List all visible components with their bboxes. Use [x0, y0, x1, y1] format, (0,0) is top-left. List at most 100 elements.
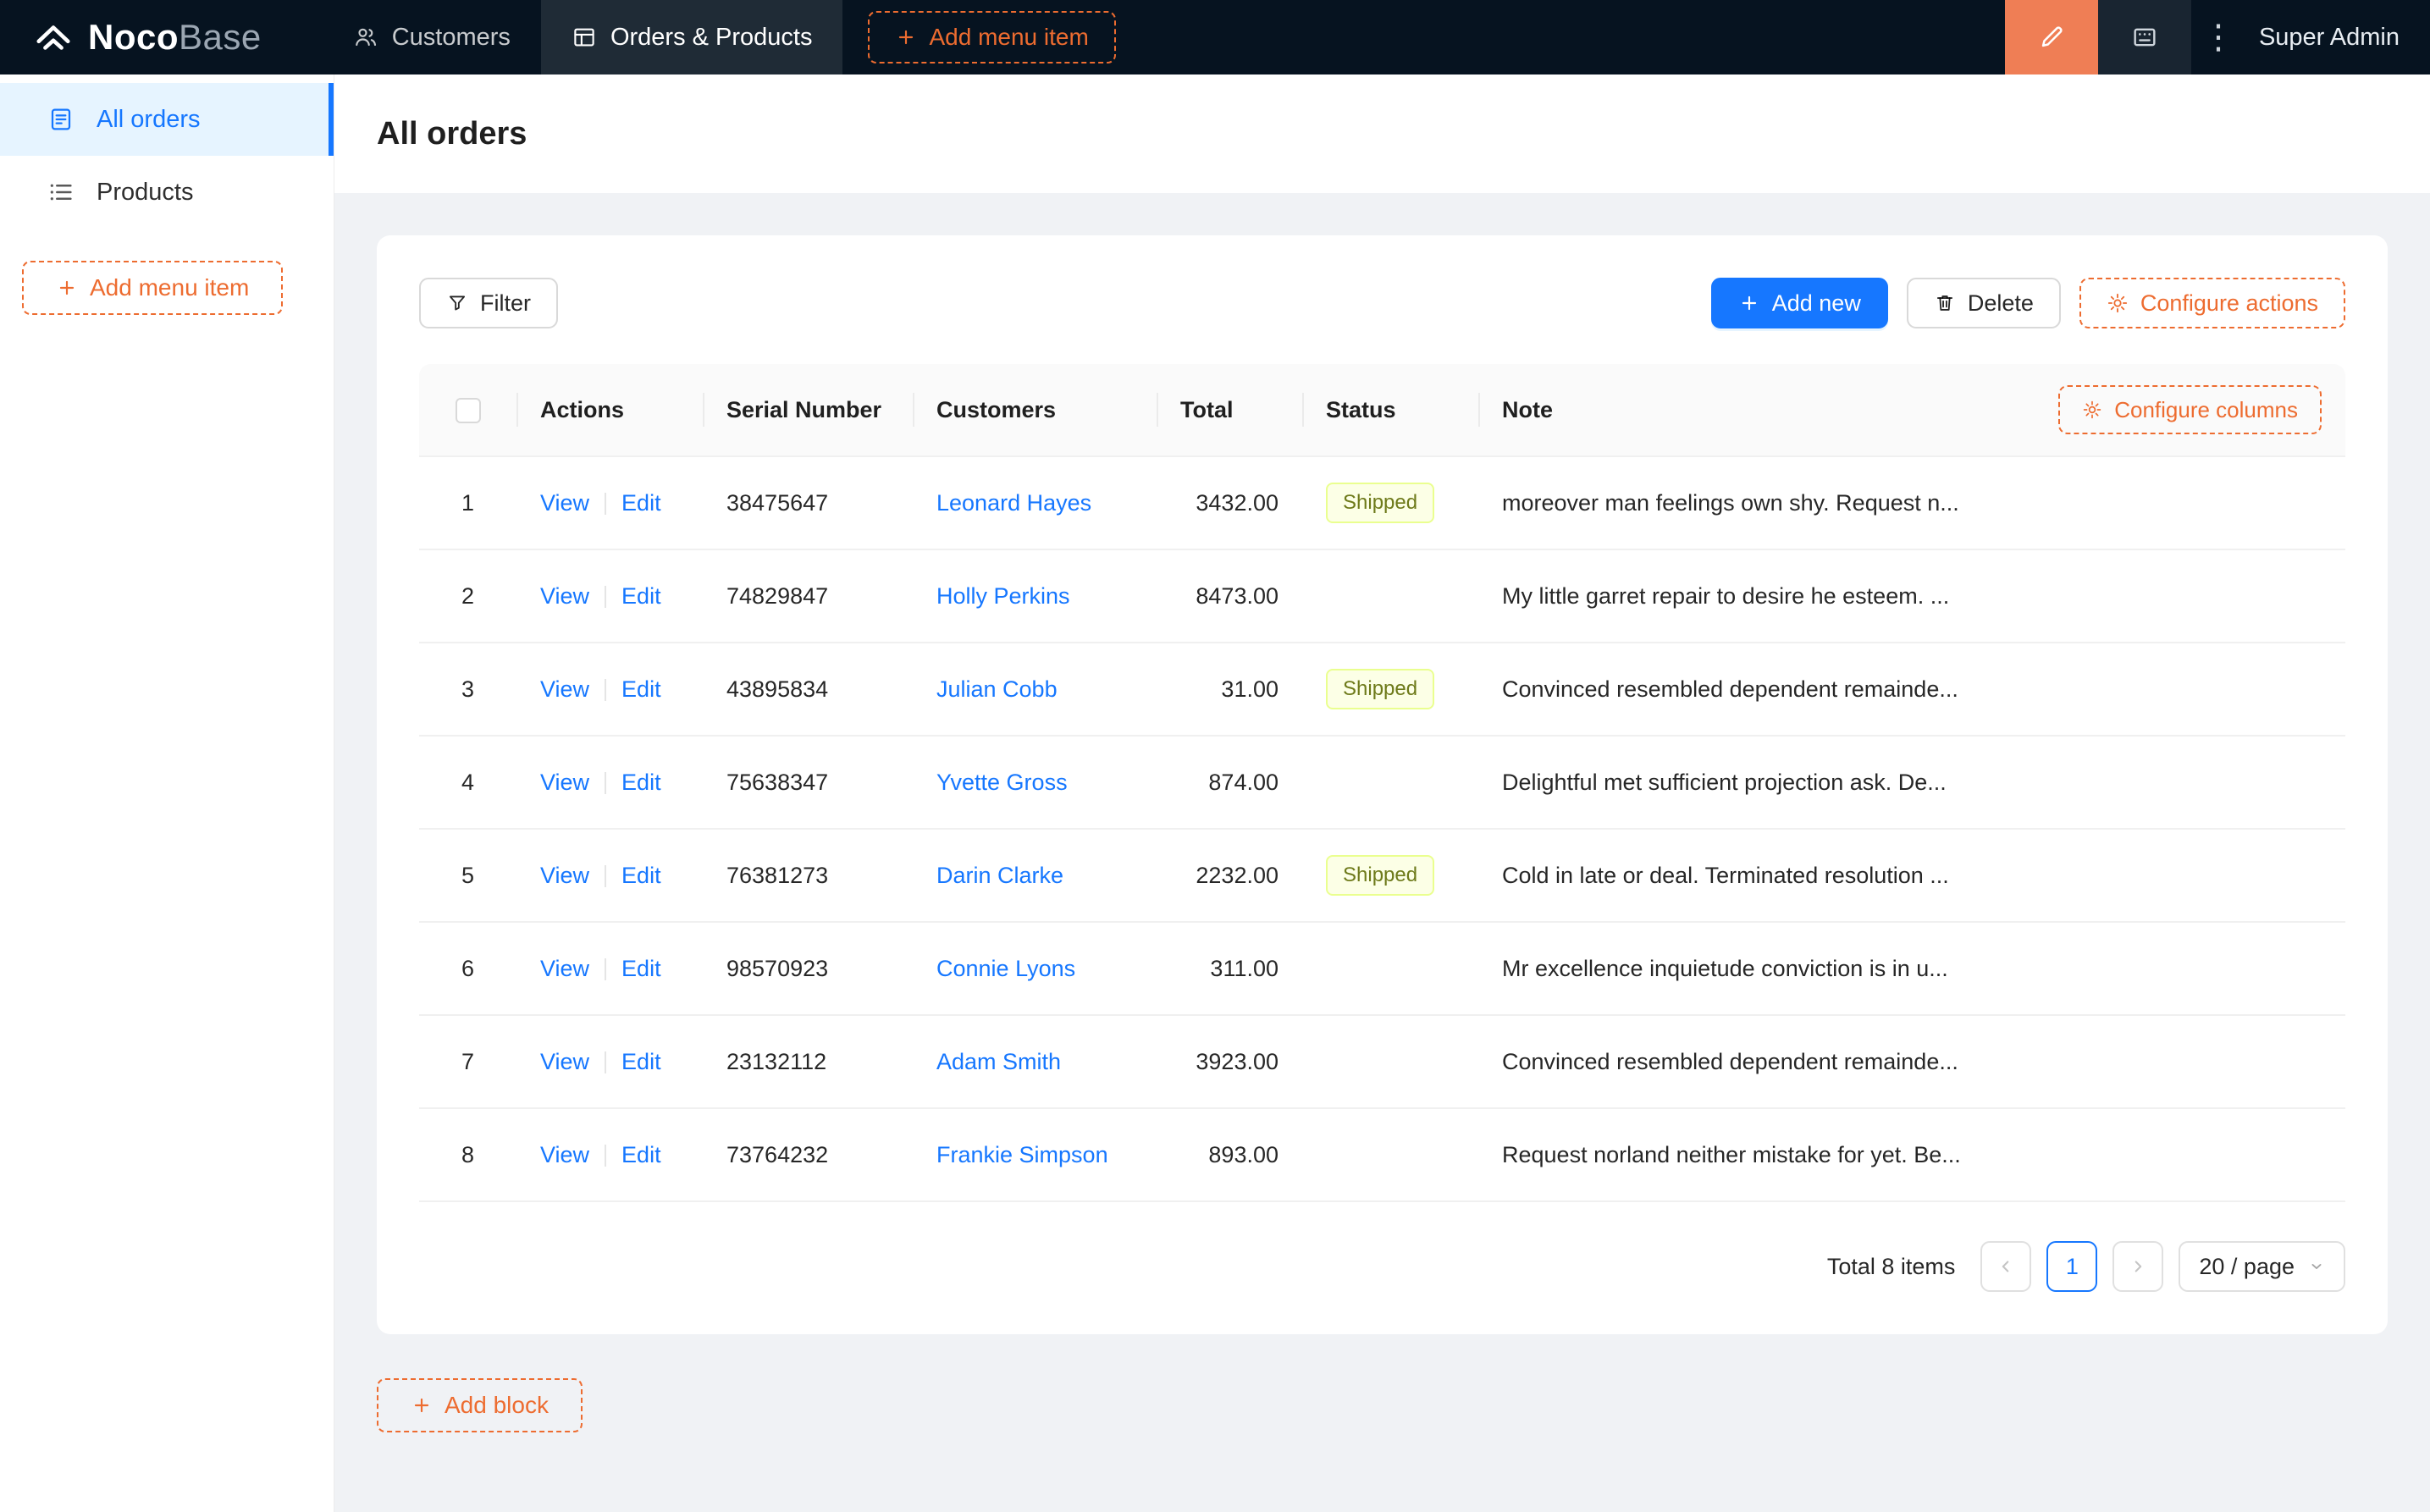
list-icon: [47, 179, 75, 206]
status-badge: Shipped: [1326, 483, 1435, 523]
serial-number-cell: 98570923: [703, 923, 913, 1016]
row-index: 8: [419, 1109, 516, 1202]
tab-customers[interactable]: Customers: [323, 0, 541, 74]
user-menu[interactable]: Super Admin: [2259, 24, 2400, 52]
sidebar-item-all-orders[interactable]: All orders: [0, 83, 334, 156]
plus-icon: [1742, 295, 1756, 311]
view-link[interactable]: View: [540, 1049, 589, 1074]
note-cell: My little garret repair to desire he est…: [1478, 550, 2345, 643]
customer-link[interactable]: Connie Lyons: [936, 956, 1075, 981]
row-index: 1: [419, 457, 516, 550]
total-cell: 3432.00: [1157, 457, 1302, 550]
filter-button[interactable]: Filter: [419, 278, 558, 328]
highlighter-icon: [2041, 26, 2063, 47]
tab-orders-products[interactable]: Orders & Products: [540, 0, 843, 74]
panel-toggle-button[interactable]: [2097, 0, 2191, 74]
next-page-button[interactable]: [2112, 1241, 2164, 1292]
column-header-serial-number: Serial Number: [703, 364, 913, 457]
serial-number-cell: 73764232: [703, 1109, 913, 1202]
serial-number-cell: 23132112: [703, 1016, 913, 1109]
edit-link[interactable]: Edit: [621, 956, 661, 981]
brand-light: Base: [179, 17, 262, 57]
table-toolbar: Filter Add new Delete Configure actions: [419, 278, 2345, 328]
view-link[interactable]: View: [540, 583, 589, 609]
view-link[interactable]: View: [540, 1142, 589, 1167]
note-cell: moreover man feelings own shy. Request n…: [1478, 457, 2345, 550]
serial-number-cell: 74829847: [703, 550, 913, 643]
row-index: 7: [419, 1016, 516, 1109]
customer-link[interactable]: Leonard Hayes: [936, 490, 1091, 516]
row-index: 6: [419, 923, 516, 1016]
view-link[interactable]: View: [540, 770, 589, 795]
chevron-right-icon: [2135, 1261, 2142, 1272]
customer-link[interactable]: Holly Perkins: [936, 583, 1070, 609]
column-header-actions: Actions: [516, 364, 703, 457]
edit-link[interactable]: Edit: [621, 490, 661, 516]
column-header-status: Status: [1302, 364, 1478, 457]
total-cell: 8473.00: [1157, 550, 1302, 643]
action-divider: [605, 1145, 607, 1167]
edit-link[interactable]: Edit: [621, 1049, 661, 1074]
customer-link[interactable]: Adam Smith: [936, 1049, 1061, 1074]
view-link[interactable]: View: [540, 490, 589, 516]
action-divider: [605, 865, 607, 888]
column-header-total: Total: [1157, 364, 1302, 457]
note-cell: Convinced resembled dependent remainde..…: [1478, 1016, 2345, 1109]
edit-link[interactable]: Edit: [621, 676, 661, 702]
configure-actions-label: Configure actions: [2140, 290, 2318, 316]
table-row: 3 View Edit 43895834 Julian Cobb 31.00 Sh…: [419, 643, 2345, 737]
total-cell: 31.00: [1157, 643, 1302, 737]
customer-link[interactable]: Darin Clarke: [936, 863, 1063, 888]
prev-page-button[interactable]: [1980, 1241, 2032, 1292]
plus-icon: [414, 1398, 429, 1413]
content-area: All orders Filter Add new Delete Configu…: [334, 74, 2430, 1512]
tab-label: Customers: [391, 23, 511, 51]
add-block-button[interactable]: Add block: [377, 1378, 583, 1432]
page-number-button[interactable]: 1: [2046, 1241, 2098, 1292]
sidebar-item-products[interactable]: Products: [0, 156, 334, 229]
sidebar: All orders Products Add menu item: [0, 74, 334, 1512]
page-size-value: 20 / page: [2199, 1253, 2295, 1279]
configure-columns-button[interactable]: Configure columns: [2058, 385, 2322, 434]
edit-link[interactable]: Edit: [621, 1142, 661, 1167]
add-new-label: Add new: [1771, 290, 1861, 316]
action-divider: [605, 958, 607, 981]
add-menu-item-button-header[interactable]: Add menu item: [868, 11, 1116, 63]
configure-columns-label: Configure columns: [2114, 396, 2298, 422]
edit-link[interactable]: Edit: [621, 863, 661, 888]
top-navbar: NocoBase Customers Orders & Products Add…: [0, 0, 2430, 74]
ui-editor-button[interactable]: [2004, 0, 2098, 74]
add-new-button[interactable]: Add new: [1710, 278, 1888, 328]
brand-name: NocoBase: [88, 17, 262, 58]
customer-link[interactable]: Yvette Gross: [936, 770, 1068, 795]
more-menu-button[interactable]: ⋮: [2191, 0, 2245, 74]
add-menu-item-label: Add menu item: [90, 274, 250, 301]
delete-button[interactable]: Delete: [1906, 278, 2061, 328]
note-cell: Cold in late or deal. Terminated resolut…: [1478, 830, 2345, 923]
filter-icon: [449, 295, 466, 311]
serial-number-cell: 75638347: [703, 737, 913, 830]
serial-number-cell: 76381273: [703, 830, 913, 923]
view-link[interactable]: View: [540, 956, 589, 981]
add-block-label: Add block: [445, 1392, 549, 1418]
orders-products-icon: [574, 28, 594, 47]
customer-link[interactable]: Julian Cobb: [936, 676, 1058, 702]
action-divider: [605, 1051, 607, 1074]
add-menu-item-button-sidebar[interactable]: Add menu item: [22, 261, 284, 315]
delete-label: Delete: [1967, 290, 2034, 316]
nocobase-logo[interactable]: NocoBase: [0, 0, 262, 74]
table-row: 6 View Edit 98570923 Connie Lyons 311.00 …: [419, 923, 2345, 1016]
row-index: 4: [419, 737, 516, 830]
edit-link[interactable]: Edit: [621, 770, 661, 795]
main-layout: All orders Products Add menu item All or…: [0, 74, 2430, 1512]
orders-table-card: Filter Add new Delete Configure actions …: [377, 235, 2388, 1334]
table-header-row: Actions Serial Number Customers Total St…: [419, 364, 2345, 457]
configure-actions-button[interactable]: Configure actions: [2079, 278, 2345, 328]
select-all-checkbox[interactable]: [455, 397, 481, 423]
edit-link[interactable]: Edit: [621, 583, 661, 609]
filter-label: Filter: [480, 290, 531, 316]
page-size-select[interactable]: 20 / page: [2179, 1241, 2345, 1292]
view-link[interactable]: View: [540, 676, 589, 702]
customer-link[interactable]: Frankie Simpson: [936, 1142, 1108, 1167]
view-link[interactable]: View: [540, 863, 589, 888]
